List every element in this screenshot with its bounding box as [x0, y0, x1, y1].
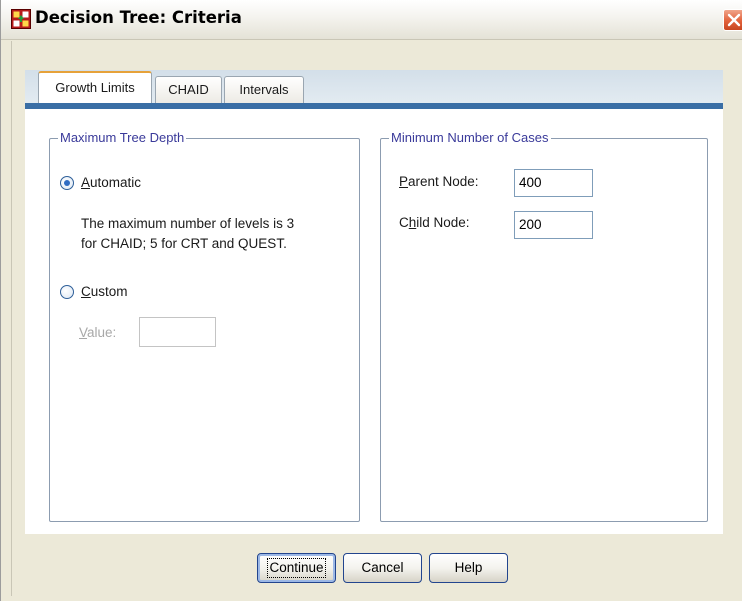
tab-growth-limits[interactable]: Growth Limits	[38, 71, 152, 104]
cancel-button[interactable]: Cancel	[343, 553, 422, 583]
value-label-rest: alue:	[87, 325, 117, 340]
value-label: Value:	[79, 325, 116, 340]
help-button[interactable]: Help	[429, 553, 508, 583]
parent-node-mnemonic: P	[399, 174, 409, 189]
close-button[interactable]	[723, 9, 742, 31]
value-mnemonic: V	[79, 325, 88, 340]
child-node-input[interactable]: 200	[514, 211, 593, 239]
custom-label[interactable]: Custom	[81, 284, 128, 299]
tab-chaid[interactable]: CHAID	[155, 76, 222, 104]
automatic-radio[interactable]	[60, 176, 74, 190]
automatic-label[interactable]: Automatic	[81, 175, 141, 190]
growth-limits-panel: Maximum Tree Depth Automatic The maximum…	[25, 109, 723, 534]
close-icon	[727, 13, 741, 27]
decision-tree-app-icon	[11, 9, 31, 29]
custom-label-rest: ustom	[90, 284, 128, 299]
depth-value-input[interactable]	[139, 317, 216, 347]
continue-button[interactable]: Continue	[257, 553, 336, 583]
child-node-prefix: C	[399, 215, 409, 230]
child-node-label: Child Node:	[399, 215, 470, 230]
parent-node-input[interactable]: 400	[514, 169, 593, 197]
automatic-mnemonic: A	[81, 175, 91, 190]
automatic-label-rest: utomatic	[90, 175, 142, 190]
parent-node-label: Parent Node:	[399, 174, 479, 189]
window-title: Decision Tree: Criteria	[35, 8, 242, 27]
continue-button-label: Continue	[267, 558, 326, 578]
custom-radio[interactable]	[60, 285, 74, 299]
custom-mnemonic: C	[81, 284, 91, 299]
title-bar[interactable]: Decision Tree: Criteria	[1, 0, 742, 40]
tab-intervals[interactable]: Intervals	[224, 76, 304, 104]
parent-node-label-rest: arent Node:	[408, 174, 479, 189]
depth-description-line1: The maximum number of levels is 3	[81, 216, 295, 231]
dialog-window: Decision Tree: Criteria Growth Limits CH…	[0, 0, 742, 601]
max-tree-depth-legend: Maximum Tree Depth	[58, 130, 187, 145]
child-node-label-rest: ild Node:	[416, 215, 470, 230]
depth-description-line2: for CHAID; 5 for CRT and QUEST.	[81, 236, 287, 251]
min-cases-legend: Minimum Number of Cases	[389, 130, 551, 145]
